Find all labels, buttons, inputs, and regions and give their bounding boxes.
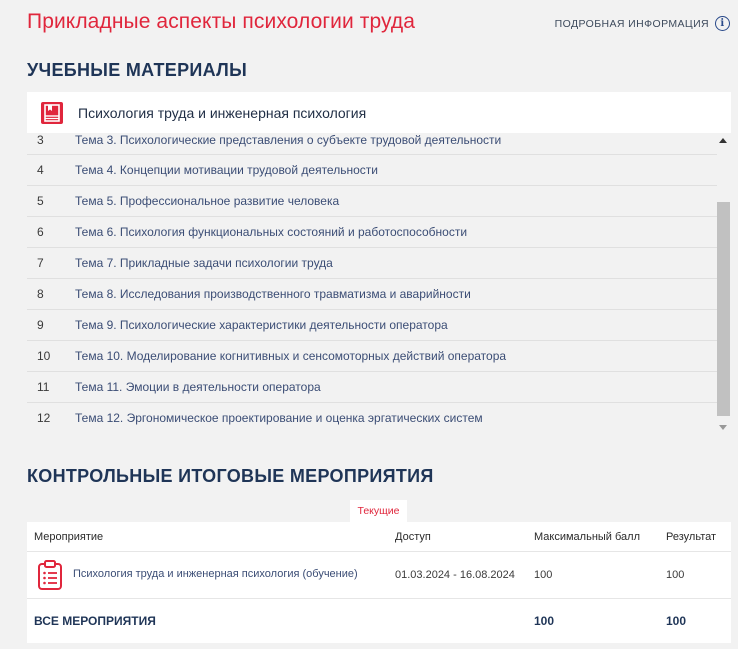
clipboard-icon [38, 560, 62, 590]
topic-title: Тема 12. Эргономическое проектирование и… [75, 411, 483, 425]
topic-number: 8 [37, 287, 44, 301]
total-max-score: 100 [534, 614, 555, 628]
column-header-event: Мероприятие [34, 530, 104, 543]
topic-title: Тема 5. Профессиональное развитие челове… [75, 194, 340, 208]
course-title: Прикладные аспекты психологии труда [27, 10, 416, 33]
tab-current[interactable]: Текущие [350, 500, 407, 522]
scroll-down-arrow-icon[interactable] [719, 425, 727, 430]
topic-list: 3 Тема 3. Психологические представления о… [27, 133, 717, 433]
events-total-row: ВСЕ МЕРОПРИЯТИЯ 100 100 [27, 599, 731, 643]
topic-title: Тема 4. Концепции мотивации трудовой дея… [75, 163, 378, 177]
topic-title: Тема 3. Психологические представления о … [75, 133, 502, 147]
topic-number: 10 [37, 349, 51, 363]
topic-list-scrollbar[interactable] [717, 135, 730, 433]
topic-number: 6 [37, 225, 44, 239]
scroll-thumb[interactable] [717, 202, 730, 416]
topic-title: Тема 8. Исследования производственного т… [75, 287, 471, 301]
column-header-access: Доступ [395, 530, 431, 543]
event-access: 01.03.2024 - 16.08.2024 [395, 569, 515, 581]
total-label: ВСЕ МЕРОПРИЯТИЯ [34, 614, 156, 628]
topic-row[interactable]: 6 Тема 6. Психология функциональных состо… [27, 217, 717, 248]
topic-row[interactable]: 3 Тема 3. Психологические представления о… [27, 133, 717, 155]
event-result: 100 [666, 569, 685, 581]
column-header-max-score: Максимальный балл [534, 530, 640, 543]
events-table: Мероприятие Доступ Максимальный балл Рез… [27, 522, 731, 643]
material-title: Психология труда и инженерная психология [78, 104, 367, 121]
column-header-result: Результат [666, 530, 717, 543]
topic-number: 9 [37, 318, 44, 332]
total-result: 100 [666, 614, 687, 628]
topic-row[interactable]: 4 Тема 4. Концепции мотивации трудовой де… [27, 155, 717, 186]
info-icon[interactable]: i [715, 16, 730, 31]
topic-number: 7 [37, 256, 44, 270]
events-table-header: Мероприятие Доступ Максимальный балл Рез… [27, 522, 731, 552]
topic-row[interactable]: 8 Тема 8. Исследования производственного … [27, 279, 717, 310]
topic-number: 12 [37, 411, 51, 425]
details-link-label: ПОДРОБНАЯ ИНФОРМАЦИЯ [554, 17, 709, 30]
book-icon [41, 101, 63, 124]
topic-title: Тема 9. Психологические характеристики д… [75, 318, 448, 332]
event-name-link[interactable]: Психология труда и инженерная психология… [73, 568, 358, 580]
details-link[interactable]: ПОДРОБНАЯ ИНФОРМАЦИЯ i [555, 16, 730, 31]
topic-title: Тема 10. Моделирование когнитивных и сен… [75, 349, 507, 363]
scroll-up-arrow-icon[interactable] [719, 138, 727, 143]
topic-title: Тема 7. Прикладные задачи психологии тру… [75, 256, 333, 270]
event-cell: Психология труда и инженерная психология… [27, 560, 395, 590]
event-max-score: 100 [534, 569, 553, 581]
topic-row[interactable]: 11 Тема 11. Эмоции в деятельности операто… [27, 372, 717, 403]
topic-number: 3 [37, 133, 44, 147]
topic-row[interactable]: 12 Тема 12. Эргономическое проектирование… [27, 403, 717, 433]
material-header[interactable]: Психология труда и инженерная психология [27, 92, 731, 133]
topic-row[interactable]: 9 Тема 9. Психологические характеристики … [27, 310, 717, 341]
topic-title: Тема 6. Психология функциональных состоя… [75, 225, 468, 239]
topic-row[interactable]: 7 Тема 7. Прикладные задачи психологии тр… [27, 248, 717, 279]
topic-number: 5 [37, 194, 44, 208]
topic-row[interactable]: 10 Тема 10. Моделирование когнитивных и с… [27, 341, 717, 372]
events-section-title: КОНТРОЛЬНЫЕ ИТОГОВЫЕ МЕРОПРИЯТИЯ [27, 466, 434, 486]
topic-row[interactable]: 5 Тема 5. Профессиональное развитие челов… [27, 186, 717, 217]
topic-number: 4 [37, 163, 44, 177]
topic-title: Тема 11. Эмоции в деятельности оператора [75, 380, 321, 394]
materials-section-title: УЧЕБНЫЕ МАТЕРИАЛЫ [27, 60, 248, 80]
table-row: Психология труда и инженерная психология… [27, 552, 731, 599]
topic-number: 11 [37, 380, 50, 394]
